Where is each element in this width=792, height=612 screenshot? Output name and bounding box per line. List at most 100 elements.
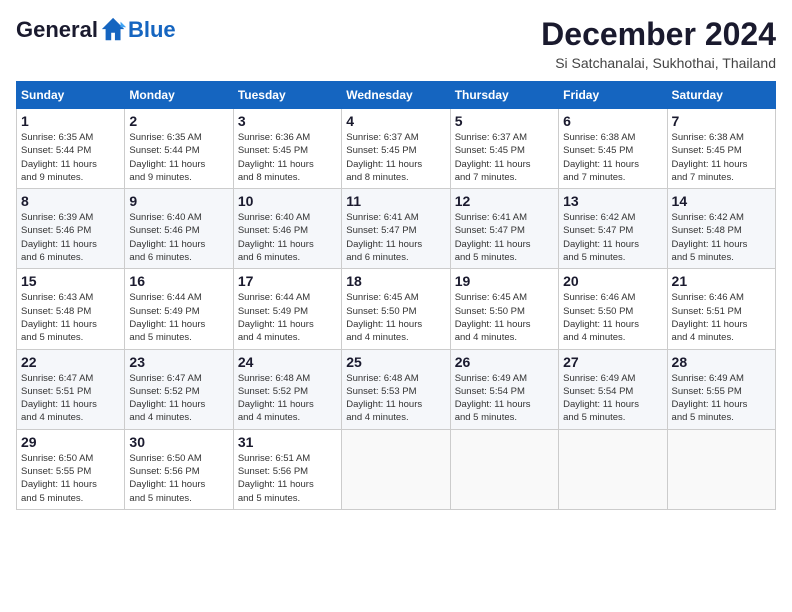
day-number: 29 xyxy=(21,434,120,450)
calendar-cell: 15 Sunrise: 6:43 AMSunset: 5:48 PMDayligh… xyxy=(17,269,125,349)
day-number: 17 xyxy=(238,273,337,289)
day-number: 19 xyxy=(455,273,554,289)
calendar-cell: 7 Sunrise: 6:38 AMSunset: 5:45 PMDaylight… xyxy=(667,109,775,189)
calendar-cell: 25Sunrise: 6:48 AMSunset: 5:53 PMDayligh… xyxy=(342,349,450,429)
weekday-header-friday: Friday xyxy=(559,82,667,109)
day-number: 7 xyxy=(672,113,771,129)
day-info: Sunrise: 6:37 AMSunset: 5:45 PMDaylight:… xyxy=(455,131,554,184)
calendar-week-2: 8 Sunrise: 6:39 AMSunset: 5:46 PMDaylight… xyxy=(17,189,776,269)
day-number: 22 xyxy=(21,354,120,370)
day-info: Sunrise: 6:45 AMSunset: 5:50 PMDaylight:… xyxy=(455,291,554,344)
calendar-cell: 10 Sunrise: 6:40 AMSunset: 5:46 PMDayligh… xyxy=(233,189,341,269)
day-number: 21 xyxy=(672,273,771,289)
calendar-cell: 11Sunrise: 6:41 AMSunset: 5:47 PMDayligh… xyxy=(342,189,450,269)
day-number: 18 xyxy=(346,273,445,289)
day-number: 27 xyxy=(563,354,662,370)
calendar-cell xyxy=(342,429,450,509)
day-info: Sunrise: 6:47 AMSunset: 5:51 PMDaylight:… xyxy=(21,372,120,425)
calendar-cell: 3 Sunrise: 6:36 AMSunset: 5:45 PMDaylight… xyxy=(233,109,341,189)
month-title: December 2024 xyxy=(541,16,776,53)
day-number: 2 xyxy=(129,113,228,129)
day-info: Sunrise: 6:42 AMSunset: 5:48 PMDaylight:… xyxy=(672,211,771,264)
day-number: 9 xyxy=(129,193,228,209)
day-number: 25 xyxy=(346,354,445,370)
day-info: Sunrise: 6:36 AMSunset: 5:45 PMDaylight:… xyxy=(238,131,337,184)
day-info: Sunrise: 6:43 AMSunset: 5:48 PMDaylight:… xyxy=(21,291,120,344)
day-number: 1 xyxy=(21,113,120,129)
calendar-week-4: 22 Sunrise: 6:47 AMSunset: 5:51 PMDayligh… xyxy=(17,349,776,429)
weekday-header-monday: Monday xyxy=(125,82,233,109)
calendar-cell xyxy=(559,429,667,509)
calendar-table: SundayMondayTuesdayWednesdayThursdayFrid… xyxy=(16,81,776,510)
day-number: 16 xyxy=(129,273,228,289)
calendar-cell: 18 Sunrise: 6:45 AMSunset: 5:50 PMDayligh… xyxy=(342,269,450,349)
day-number: 8 xyxy=(21,193,120,209)
calendar-cell: 17 Sunrise: 6:44 AMSunset: 5:49 PMDayligh… xyxy=(233,269,341,349)
calendar-cell: 1 Sunrise: 6:35 AMSunset: 5:44 PMDaylight… xyxy=(17,109,125,189)
day-info: Sunrise: 6:41 AMSunset: 5:47 PMDaylight:… xyxy=(346,211,445,264)
calendar-cell: 26 Sunrise: 6:49 AMSunset: 5:54 PMDayligh… xyxy=(450,349,558,429)
calendar-cell: 21 Sunrise: 6:46 AMSunset: 5:51 PMDayligh… xyxy=(667,269,775,349)
calendar-cell: 29 Sunrise: 6:50 AMSunset: 5:55 PMDayligh… xyxy=(17,429,125,509)
calendar-cell: 14Sunrise: 6:42 AMSunset: 5:48 PMDayligh… xyxy=(667,189,775,269)
day-number: 23 xyxy=(129,354,228,370)
calendar-cell: 12Sunrise: 6:41 AMSunset: 5:47 PMDayligh… xyxy=(450,189,558,269)
day-info: Sunrise: 6:50 AMSunset: 5:55 PMDaylight:… xyxy=(21,452,120,505)
day-number: 20 xyxy=(563,273,662,289)
calendar-cell: 5 Sunrise: 6:37 AMSunset: 5:45 PMDaylight… xyxy=(450,109,558,189)
calendar-cell: 22 Sunrise: 6:47 AMSunset: 5:51 PMDayligh… xyxy=(17,349,125,429)
day-info: Sunrise: 6:35 AMSunset: 5:44 PMDaylight:… xyxy=(21,131,120,184)
day-info: Sunrise: 6:48 AMSunset: 5:52 PMDaylight:… xyxy=(238,372,337,425)
calendar-cell: 6Sunrise: 6:38 AMSunset: 5:45 PMDaylight… xyxy=(559,109,667,189)
logo-icon xyxy=(100,16,128,44)
calendar-cell: 8 Sunrise: 6:39 AMSunset: 5:46 PMDaylight… xyxy=(17,189,125,269)
day-info: Sunrise: 6:49 AMSunset: 5:54 PMDaylight:… xyxy=(455,372,554,425)
calendar-cell xyxy=(667,429,775,509)
day-number: 3 xyxy=(238,113,337,129)
weekday-header-sunday: Sunday xyxy=(17,82,125,109)
day-info: Sunrise: 6:46 AMSunset: 5:51 PMDaylight:… xyxy=(672,291,771,344)
day-number: 10 xyxy=(238,193,337,209)
day-info: Sunrise: 6:37 AMSunset: 5:45 PMDaylight:… xyxy=(346,131,445,184)
weekday-header-thursday: Thursday xyxy=(450,82,558,109)
calendar-cell: 4 Sunrise: 6:37 AMSunset: 5:45 PMDaylight… xyxy=(342,109,450,189)
day-number: 31 xyxy=(238,434,337,450)
calendar-cell: 30 Sunrise: 6:50 AMSunset: 5:56 PMDayligh… xyxy=(125,429,233,509)
calendar-cell: 9 Sunrise: 6:40 AMSunset: 5:46 PMDaylight… xyxy=(125,189,233,269)
day-number: 28 xyxy=(672,354,771,370)
calendar-cell: 27 Sunrise: 6:49 AMSunset: 5:54 PMDayligh… xyxy=(559,349,667,429)
day-number: 15 xyxy=(21,273,120,289)
day-info: Sunrise: 6:45 AMSunset: 5:50 PMDaylight:… xyxy=(346,291,445,344)
weekday-header-wednesday: Wednesday xyxy=(342,82,450,109)
day-number: 4 xyxy=(346,113,445,129)
day-info: Sunrise: 6:39 AMSunset: 5:46 PMDaylight:… xyxy=(21,211,120,264)
calendar-cell: 19 Sunrise: 6:45 AMSunset: 5:50 PMDayligh… xyxy=(450,269,558,349)
day-number: 5 xyxy=(455,113,554,129)
day-info: Sunrise: 6:46 AMSunset: 5:50 PMDaylight:… xyxy=(563,291,662,344)
weekday-header-saturday: Saturday xyxy=(667,82,775,109)
title-section: December 2024 Si Satchanalai, Sukhothai,… xyxy=(541,16,776,71)
day-info: Sunrise: 6:49 AMSunset: 5:54 PMDaylight:… xyxy=(563,372,662,425)
calendar-week-1: 1 Sunrise: 6:35 AMSunset: 5:44 PMDaylight… xyxy=(17,109,776,189)
day-info: Sunrise: 6:47 AMSunset: 5:52 PMDaylight:… xyxy=(129,372,228,425)
day-number: 26 xyxy=(455,354,554,370)
day-info: Sunrise: 6:38 AMSunset: 5:45 PMDaylight:… xyxy=(672,131,771,184)
logo-blue: Blue xyxy=(128,17,176,43)
weekday-header-tuesday: Tuesday xyxy=(233,82,341,109)
day-info: Sunrise: 6:44 AMSunset: 5:49 PMDaylight:… xyxy=(238,291,337,344)
calendar-cell: 23 Sunrise: 6:47 AMSunset: 5:52 PMDayligh… xyxy=(125,349,233,429)
day-info: Sunrise: 6:40 AMSunset: 5:46 PMDaylight:… xyxy=(238,211,337,264)
calendar-cell: 28 Sunrise: 6:49 AMSunset: 5:55 PMDayligh… xyxy=(667,349,775,429)
day-info: Sunrise: 6:44 AMSunset: 5:49 PMDaylight:… xyxy=(129,291,228,344)
page-header: General Blue December 2024 Si Satchanala… xyxy=(16,16,776,71)
day-number: 24 xyxy=(238,354,337,370)
calendar-week-3: 15 Sunrise: 6:43 AMSunset: 5:48 PMDayligh… xyxy=(17,269,776,349)
calendar-cell: 16 Sunrise: 6:44 AMSunset: 5:49 PMDayligh… xyxy=(125,269,233,349)
day-number: 6 xyxy=(563,113,662,129)
logo-general: General xyxy=(16,17,98,43)
day-info: Sunrise: 6:50 AMSunset: 5:56 PMDaylight:… xyxy=(129,452,228,505)
day-info: Sunrise: 6:40 AMSunset: 5:46 PMDaylight:… xyxy=(129,211,228,264)
day-info: Sunrise: 6:49 AMSunset: 5:55 PMDaylight:… xyxy=(672,372,771,425)
day-number: 30 xyxy=(129,434,228,450)
day-number: 13 xyxy=(563,193,662,209)
